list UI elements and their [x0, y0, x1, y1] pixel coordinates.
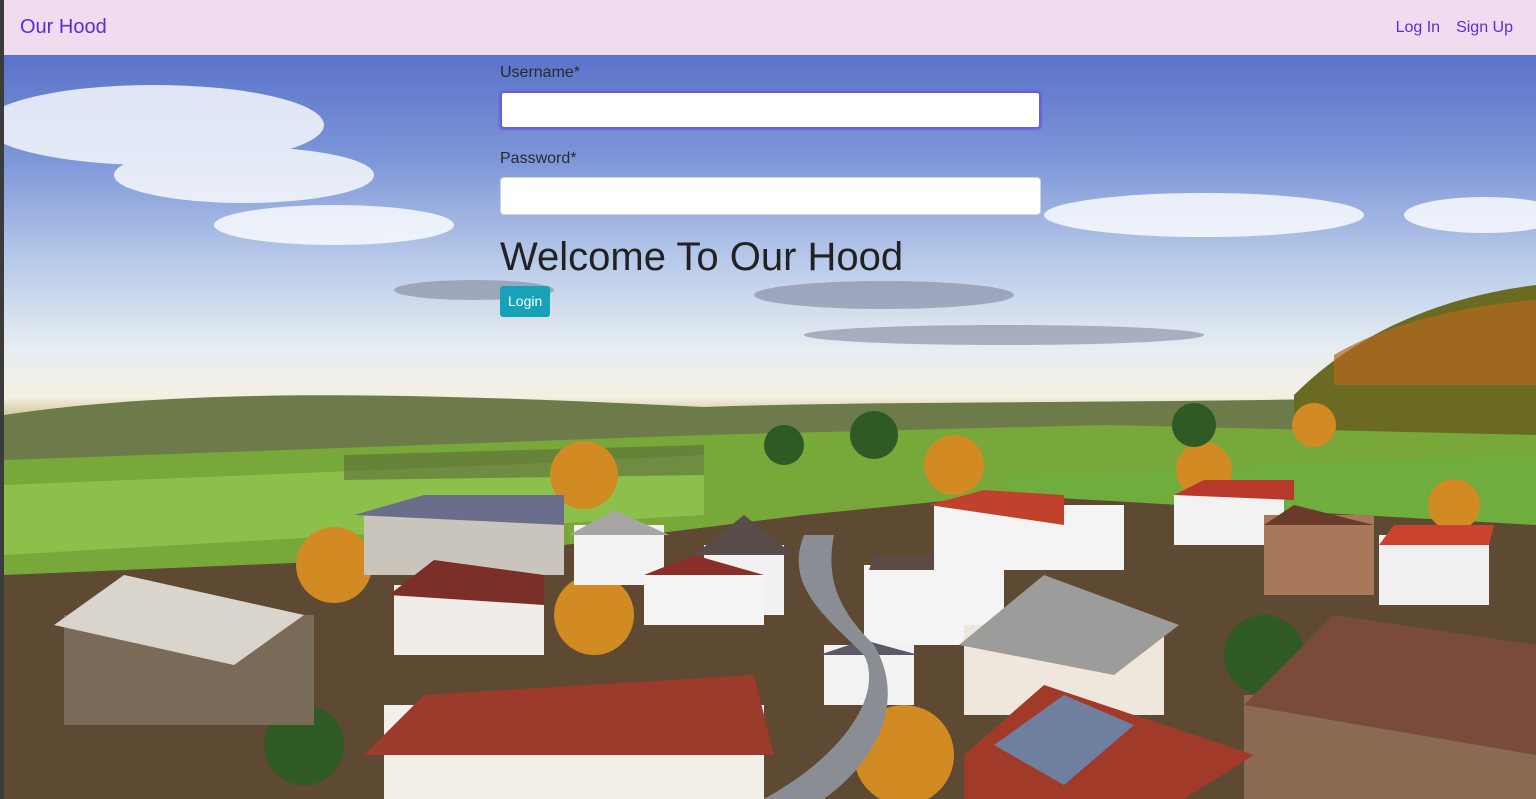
username-label: Username* — [500, 64, 581, 81]
login-form: Username* Password* Welcome To Our Hood … — [500, 55, 1041, 317]
password-label: Password* — [500, 150, 577, 167]
login-link[interactable]: Log In — [1396, 19, 1440, 37]
navbar: Our Hood Log In Sign Up — [4, 0, 1536, 55]
username-input[interactable] — [500, 91, 1041, 129]
welcome-heading: Welcome To Our Hood — [500, 235, 904, 279]
login-button[interactable]: Login — [500, 286, 551, 317]
field-spacer — [500, 129, 1041, 148]
password-input[interactable] — [500, 177, 1041, 215]
signup-link[interactable]: Sign Up — [1456, 19, 1513, 37]
nav-links: Log In Sign Up — [1396, 19, 1513, 37]
brand-link[interactable]: Our Hood — [20, 16, 107, 39]
